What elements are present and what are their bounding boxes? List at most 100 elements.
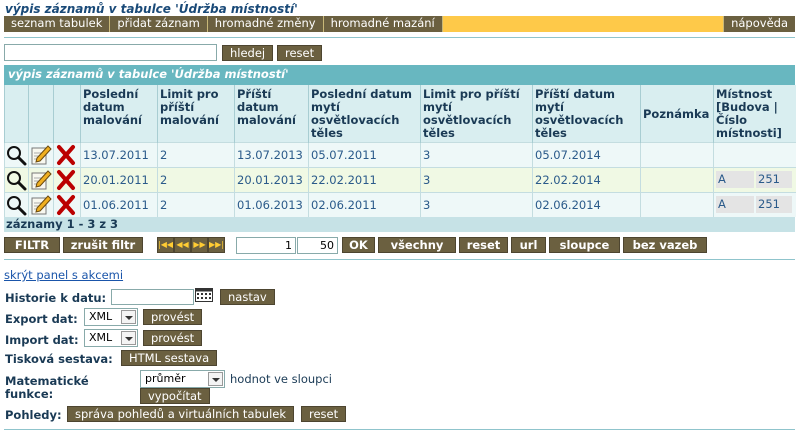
no-links-button[interactable]: bez vazeb <box>623 237 707 253</box>
all-button[interactable]: všechny <box>378 237 456 253</box>
page-size-input[interactable]: 50 <box>297 237 338 254</box>
cell-painting-limit: 2 <box>157 141 235 167</box>
header-last-light-cleaning[interactable]: Poslední datum mytí osvětlovacích těles <box>308 85 421 142</box>
delete-cell[interactable] <box>53 191 81 217</box>
export-format-select[interactable]: XML <box>84 308 138 326</box>
cell-last-painting: 01.06.2011 <box>80 191 158 217</box>
header-next-light-cleaning[interactable]: Příští datum mytí osvětlovacích těles <box>532 85 641 142</box>
table-header-row: Poslední datum malování Limit pro příští… <box>4 85 796 142</box>
columns-button[interactable]: sloupce <box>549 237 620 253</box>
cell-next-painting: 13.07.2013 <box>234 141 309 167</box>
cell-last-painting: 20.01.2011 <box>80 166 158 192</box>
header-next-painting[interactable]: Příští datum malování <box>234 85 309 142</box>
print-report-label: Tisková sestava: <box>5 352 113 366</box>
chevron-down-icon[interactable] <box>208 372 223 386</box>
delete-cell[interactable] <box>53 166 81 192</box>
view-cell[interactable] <box>4 141 29 167</box>
ok-button[interactable]: OK <box>342 237 375 253</box>
import-run-button[interactable]: provést <box>143 330 203 346</box>
cell-light-cleaning-limit: 3 <box>420 191 533 217</box>
pencil-icon[interactable] <box>29 144 53 166</box>
view-cell[interactable] <box>4 191 29 217</box>
table-row: 01.06.2011 2 01.06.2013 02.06.2011 3 02.… <box>4 191 796 217</box>
import-format-value: XML <box>89 331 113 344</box>
red-x-icon[interactable] <box>54 144 78 166</box>
page-title: výpis záznamů v tabulce 'Údržba místnost… <box>5 2 298 16</box>
pencil-icon[interactable] <box>29 169 53 191</box>
pencil-icon[interactable] <box>29 194 53 216</box>
cell-light-cleaning-limit: 3 <box>420 166 533 192</box>
search-reset-button[interactable]: reset <box>277 45 323 61</box>
cell-last-light-cleaning: 02.06.2011 <box>308 191 421 217</box>
red-x-icon[interactable] <box>54 169 78 191</box>
header-room[interactable]: Místnost [Budova | Číslo místnosti] <box>713 85 796 142</box>
chevron-down-icon[interactable] <box>121 310 136 324</box>
clear-filter-button[interactable]: zrušit filtr <box>63 237 143 253</box>
page-from-input[interactable]: 1 <box>236 237 296 254</box>
chevron-down-icon[interactable] <box>121 331 136 345</box>
header-delete <box>53 85 81 142</box>
cell-note <box>640 191 714 217</box>
search-button[interactable]: hledej <box>222 45 274 61</box>
history-date-input[interactable] <box>111 289 194 305</box>
magnifier-icon[interactable] <box>5 144 29 166</box>
menu-list-tables[interactable]: seznam tabulek <box>4 16 111 32</box>
hide-actions-link[interactable]: skrýt panel s akcemi <box>4 268 123 282</box>
room-building: A <box>716 196 754 214</box>
prev-page-icon[interactable]: ◀◀ <box>174 237 191 253</box>
cell-note <box>640 166 714 192</box>
menu-add-record[interactable]: přidat záznam <box>110 16 208 32</box>
reset-button[interactable]: reset <box>459 237 508 253</box>
menu-bulk-edit[interactable]: hromadné změny <box>207 16 324 32</box>
edit-cell[interactable] <box>28 166 54 192</box>
cell-next-light-cleaning: 05.07.2014 <box>532 141 641 167</box>
next-page-icon[interactable]: ▶▶ <box>191 237 208 253</box>
math-function-value: průměr <box>145 372 186 385</box>
header-painting-limit[interactable]: Limit pro příští malování <box>157 85 235 142</box>
top-menu-bar: seznam tabulek přidat záznam hromadné zm… <box>4 16 795 32</box>
cell-last-light-cleaning: 05.07.2011 <box>308 141 421 167</box>
divider <box>4 37 795 38</box>
menu-spacer <box>443 16 723 32</box>
divider <box>4 429 795 430</box>
history-label: Historie k datu: <box>5 291 107 305</box>
set-history-button[interactable]: nastav <box>220 289 275 305</box>
compute-button[interactable]: vypočítat <box>140 388 210 404</box>
url-button[interactable]: url <box>511 237 546 253</box>
edit-cell[interactable] <box>28 191 54 217</box>
delete-cell[interactable] <box>53 141 81 167</box>
cell-light-cleaning-limit: 3 <box>420 141 533 167</box>
header-last-painting[interactable]: Poslední datum malování <box>80 85 158 142</box>
search-input[interactable] <box>4 44 217 61</box>
filter-button[interactable]: FILTR <box>4 237 60 253</box>
export-run-button[interactable]: provést <box>143 309 203 325</box>
html-report-button[interactable]: HTML sestava <box>121 350 218 366</box>
help-button[interactable]: nápověda <box>723 16 795 32</box>
red-x-icon[interactable] <box>54 194 78 216</box>
header-light-cleaning-limit[interactable]: Limit pro příští mytí osvětlovacích těle… <box>420 85 533 142</box>
view-cell[interactable] <box>4 166 29 192</box>
records-count: záznamy 1 - 3 z 3 <box>4 217 795 232</box>
import-format-select[interactable]: XML <box>84 329 138 347</box>
table-row: 13.07.2011 2 13.07.2013 05.07.2011 3 05.… <box>4 141 796 167</box>
math-function-select[interactable]: průměr <box>140 370 225 388</box>
first-page-icon[interactable]: |◀◀ <box>157 237 174 253</box>
calendar-icon[interactable] <box>195 288 213 302</box>
magnifier-icon[interactable] <box>5 169 29 191</box>
menu-bulk-delete[interactable]: hromadné mazání <box>323 16 443 32</box>
magnifier-icon[interactable] <box>5 194 29 216</box>
cell-last-light-cleaning: 22.02.2011 <box>308 166 421 192</box>
cell-last-painting: 13.07.2011 <box>80 141 158 167</box>
panel-title: výpis záznamů v tabulce 'Údržba místnost… <box>4 65 795 85</box>
edit-cell[interactable] <box>28 141 54 167</box>
math-label-line1: Matematické <box>5 374 89 388</box>
cell-room: A 251 <box>713 191 796 217</box>
last-page-icon[interactable]: ▶▶| <box>208 237 225 253</box>
cell-next-painting: 20.01.2013 <box>234 166 309 192</box>
header-view <box>4 85 29 142</box>
manage-views-button[interactable]: správa pohledů a virtuálních tabulek <box>67 406 295 422</box>
views-reset-button[interactable]: reset <box>301 406 347 422</box>
header-note[interactable]: Poznámka <box>640 85 714 142</box>
cell-next-light-cleaning: 22.02.2014 <box>532 166 641 192</box>
page-navigation: |◀◀ ◀◀ ▶▶ ▶▶| <box>157 237 225 253</box>
